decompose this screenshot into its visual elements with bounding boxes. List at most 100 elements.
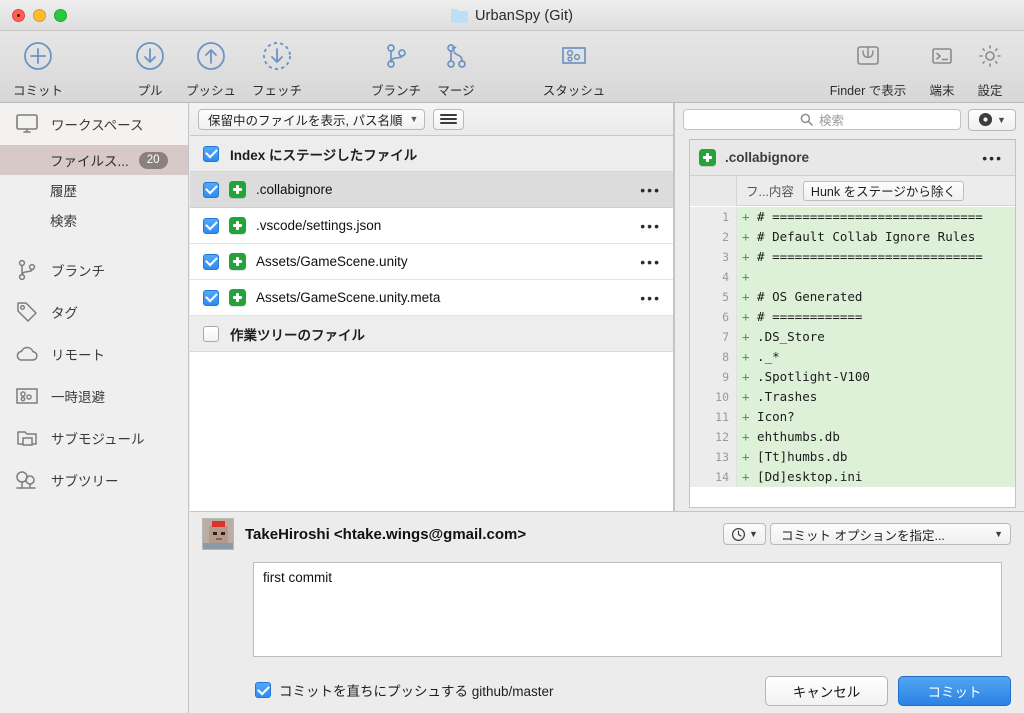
toolbar-button-terminal[interactable]: 端末 (920, 37, 964, 99)
diff-settings-button[interactable]: ▼ (968, 108, 1016, 131)
line-number: 10 (690, 387, 737, 407)
sidebar-item-tags[interactable]: タグ (0, 291, 188, 333)
ellipsis-icon[interactable]: ••• (982, 151, 1003, 165)
line-text: + ._* (737, 347, 1015, 367)
ellipsis-icon[interactable]: ••• (640, 219, 661, 233)
line-text: + [Dd]esktop.ini (737, 467, 1015, 487)
file-list-pane: 保留中のファイルを表示, パス名順 ▼ Index にステージしたファイル .c… (190, 103, 674, 511)
diff-line: 10 + .Trashes (690, 387, 1015, 407)
cloud-icon (14, 344, 40, 364)
table-row[interactable]: Assets/GameScene.unity ••• (190, 244, 673, 280)
sidebar-item-label: 履歴 (50, 184, 77, 199)
status-added-icon (229, 217, 246, 234)
line-number: 9 (690, 367, 737, 387)
diff-line: 7 + .DS_Store (690, 327, 1015, 347)
sidebar-item-stashes[interactable]: 一時退避 (0, 375, 188, 417)
file-list: Index にステージしたファイル .collabignore ••• .vsc… (190, 136, 673, 511)
sidebar-item-remotes[interactable]: リモート (0, 333, 188, 375)
line-number: 4 (690, 267, 737, 287)
sidebar-item-submodules[interactable]: サブモジュール (0, 417, 188, 459)
unstage-hunk-button[interactable]: Hunk をステージから除く (802, 180, 964, 201)
commit-history-button[interactable]: ▼ (723, 523, 766, 545)
toolbar-button-merge[interactable]: マージ (428, 37, 484, 99)
toolbar-button-push[interactable]: プッシュ (176, 37, 246, 99)
toolbar-label: プル (137, 84, 163, 98)
toolbar-button-pull[interactable]: プル (128, 37, 172, 99)
ellipsis-icon[interactable]: ••• (640, 291, 661, 305)
toolbar-button-stash[interactable]: スタッシュ (534, 37, 614, 99)
branch-icon (14, 258, 40, 282)
unstaged-group-label: 作業ツリーのファイル (230, 327, 365, 343)
diff-code-area[interactable]: 1 + # ============================ 2 + # D… (690, 207, 1015, 507)
ellipsis-icon[interactable]: ••• (640, 183, 661, 197)
stash-icon (559, 37, 589, 75)
diff-file-name: .collabignore (725, 150, 810, 165)
toolbar-button-branch[interactable]: ブランチ (363, 37, 429, 99)
ellipsis-icon[interactable]: ••• (640, 255, 661, 269)
diff-line: 14 + [Dd]esktop.ini (690, 467, 1015, 487)
line-text: + ehthumbs.db (737, 427, 1015, 447)
line-text: + Icon? (737, 407, 1015, 427)
sidebar-item-search[interactable]: 検索 (0, 205, 188, 235)
toolbar-button-commit[interactable]: コミット (13, 37, 63, 99)
line-number: 8 (690, 347, 737, 367)
monitor-icon (14, 113, 40, 135)
commit-options-select[interactable]: コミット オプションを指定... ▼ (770, 523, 1011, 545)
toolbar-button-settings[interactable]: 設定 (968, 37, 1012, 99)
table-row[interactable]: .collabignore ••• (190, 172, 673, 208)
commit-button[interactable]: コミット (898, 676, 1011, 706)
file-filter-dropdown[interactable]: 保留中のファイルを表示, パス名順 ▼ (198, 108, 426, 130)
staged-group-label: Index にステージしたファイル (230, 147, 418, 163)
line-text: + .DS_Store (737, 327, 1015, 347)
line-text: + .Spotlight-V100 (737, 367, 1015, 387)
checkbox-box[interactable] (255, 682, 271, 698)
file-checkbox[interactable] (203, 289, 219, 306)
diff-line: 12 + ehthumbs.db (690, 427, 1015, 447)
unstaged-group-checkbox[interactable] (203, 325, 219, 342)
toolbar-label: プッシュ (185, 84, 236, 98)
unstaged-group-row[interactable]: 作業ツリーのファイル (190, 316, 673, 352)
file-filter-label: 保留中のファイルを表示, パス名順 (208, 113, 403, 128)
file-checkbox[interactable] (203, 181, 219, 198)
diff-line: 1 + # ============================ (690, 207, 1015, 227)
merge-icon (440, 37, 472, 75)
diff-line: 4 + (690, 267, 1015, 287)
file-checkbox[interactable] (203, 253, 219, 270)
line-text: + [Tt]humbs.db (737, 447, 1015, 467)
gear-icon (978, 112, 993, 127)
line-number: 1 (690, 207, 737, 227)
diff-column-label: フ...内容 (746, 185, 794, 199)
toolbar-label: フェッチ (251, 84, 302, 98)
list-view-toggle-button[interactable] (433, 108, 465, 130)
file-name: Assets/GameScene.unity.meta (256, 290, 441, 305)
diff-line: 11 + Icon? (690, 407, 1015, 427)
table-row[interactable]: Assets/GameScene.unity.meta ••• (190, 280, 673, 316)
line-number: 13 (690, 447, 737, 467)
table-row[interactable]: .vscode/settings.json ••• (190, 208, 673, 244)
line-text: + # ============ (737, 307, 1015, 327)
sidebar-item-subtrees[interactable]: サブツリー (0, 459, 188, 501)
subtree-icon (14, 469, 40, 491)
line-text: + # ============================ (737, 207, 1015, 227)
toolbar-button-reveal-in-finder[interactable]: Finder で表示 (816, 37, 920, 99)
window-title-group: UrbanSpy (Git) (0, 0, 1024, 31)
push-immediately-checkbox[interactable]: コミットを直ちにプッシュする github/master (255, 680, 554, 700)
staged-group-row[interactable]: Index にステージしたファイル (190, 136, 673, 172)
staged-group-checkbox[interactable] (203, 145, 219, 162)
toolbar-button-fetch[interactable]: フェッチ (242, 37, 312, 99)
sidebar-item-file-status[interactable]: ファイルス... 20 (0, 145, 188, 175)
title-bar: UrbanSpy (Git) (0, 0, 1024, 31)
submodule-icon (14, 427, 40, 449)
file-checkbox[interactable] (203, 217, 219, 234)
terminal-icon (927, 37, 957, 75)
line-number: 7 (690, 327, 737, 347)
sidebar-item-workspace[interactable]: ワークスペース (0, 103, 188, 145)
sidebar: ワークスペース ファイルス... 20 履歴 検索 ブランチ タグ リモート 一… (0, 103, 189, 713)
cancel-button[interactable]: キャンセル (765, 676, 888, 706)
sidebar-item-branches[interactable]: ブランチ (0, 249, 188, 291)
commit-panel: TakeHiroshi <htake.wings@gmail.com> ▼ コミ… (190, 511, 1024, 713)
commit-message-input[interactable]: first commit (253, 562, 1002, 657)
search-input[interactable]: 検索 (683, 109, 961, 130)
sidebar-item-label: ブランチ (51, 264, 105, 279)
sidebar-item-history[interactable]: 履歴 (0, 175, 188, 205)
